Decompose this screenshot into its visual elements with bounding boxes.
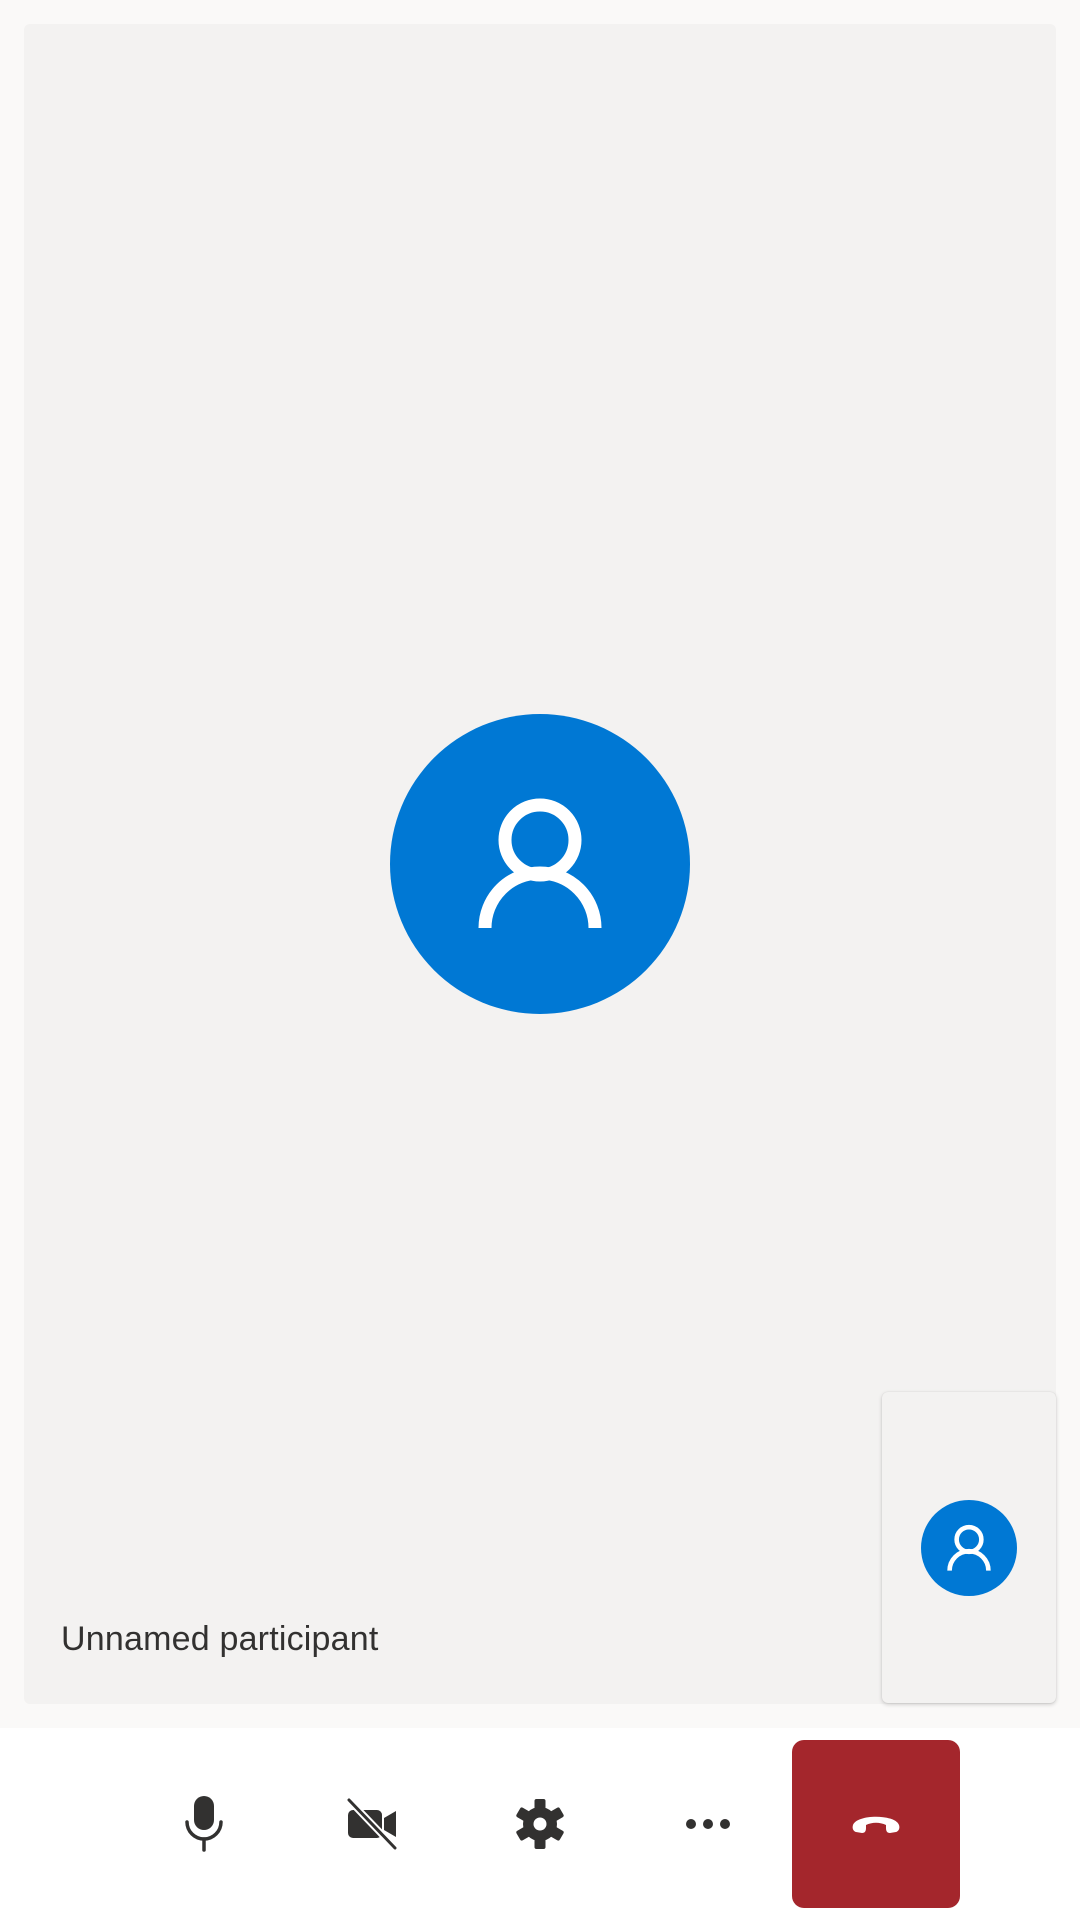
camera-off-icon bbox=[346, 1797, 398, 1851]
call-stage: Unnamed participant bbox=[0, 0, 1080, 1728]
phone-hangup-icon bbox=[852, 1816, 900, 1833]
person-icon bbox=[478, 798, 602, 929]
microphone-icon bbox=[185, 1796, 223, 1852]
microphone-button[interactable] bbox=[120, 1740, 288, 1908]
participant-name: Unnamed participant bbox=[61, 1620, 379, 1658]
call-controls-bar bbox=[0, 1728, 1080, 1920]
self-view-tile[interactable] bbox=[882, 1392, 1056, 1703]
participant-avatar bbox=[390, 714, 690, 1014]
self-avatar bbox=[921, 1500, 1017, 1596]
hang-up-button[interactable] bbox=[792, 1740, 960, 1908]
settings-button[interactable] bbox=[456, 1740, 624, 1908]
gear-icon bbox=[516, 1799, 564, 1849]
person-icon bbox=[947, 1524, 991, 1571]
more-options-button[interactable] bbox=[624, 1740, 792, 1908]
more-horizontal-icon bbox=[686, 1819, 730, 1829]
camera-toggle-button[interactable] bbox=[288, 1740, 456, 1908]
